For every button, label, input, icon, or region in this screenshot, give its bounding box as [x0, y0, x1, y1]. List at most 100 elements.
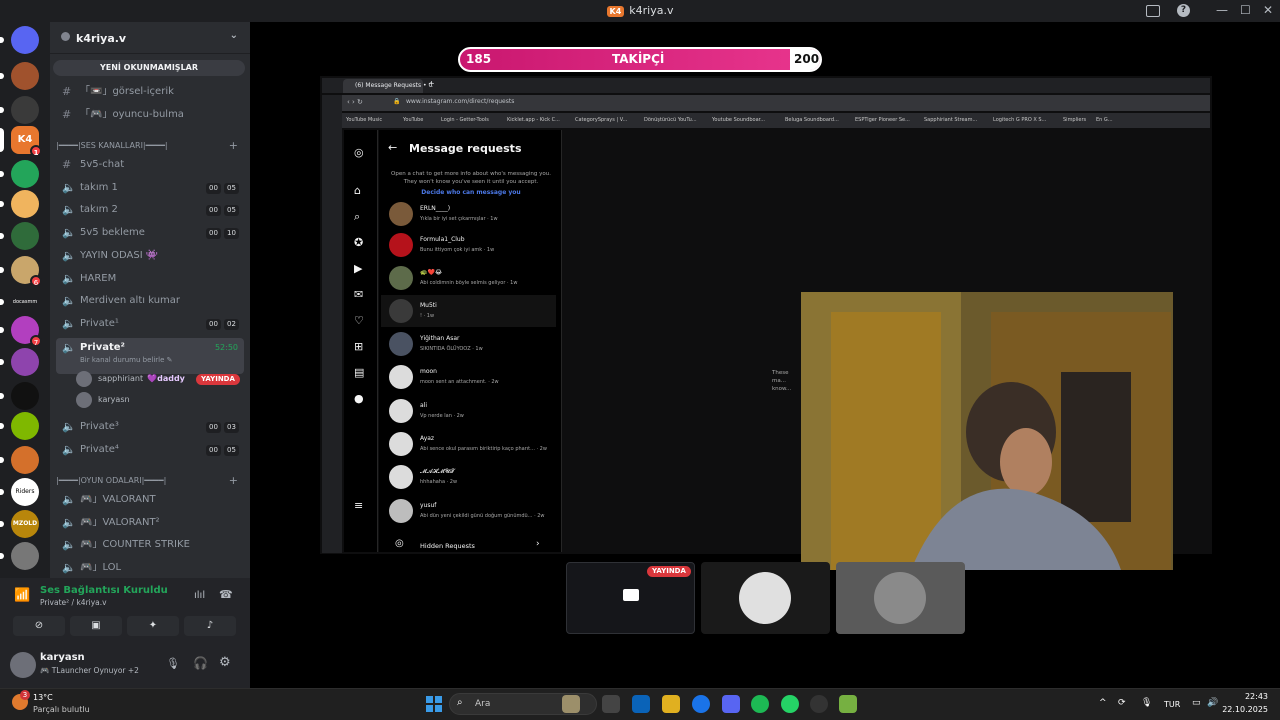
server-icon[interactable] — [11, 348, 39, 376]
participant-tile[interactable] — [701, 562, 830, 634]
file-explorer-icon[interactable] — [602, 695, 620, 713]
gear-icon[interactable]: ⚙ — [219, 655, 231, 670]
noise-suppression-icon[interactable]: ılıl — [194, 590, 205, 601]
bookmark-item[interactable]: Sapphiriant Stream... — [924, 117, 977, 123]
bookmark-item[interactable]: Logitech G PRO X S... — [993, 117, 1046, 123]
clock-date[interactable]: 22.10.2025 — [1222, 705, 1268, 714]
voice-channel-item[interactable]: 🔈 🎮」VALORANT² — [56, 513, 244, 533]
display-icon[interactable]: ▭ — [1192, 698, 1201, 708]
server-icon[interactable]: Riders — [11, 478, 39, 506]
voice-channel-item[interactable]: 🔈 takım 2 00 05 — [56, 200, 244, 220]
voice-channel-item[interactable]: 🔈 5v5 bekleme 00 10 — [56, 223, 244, 243]
new-tab-icon[interactable]: + — [428, 79, 435, 88]
server-icon[interactable] — [11, 542, 39, 570]
chevron-up-icon[interactable]: ^ — [1099, 698, 1107, 708]
bookmark-item[interactable]: Dönüştürücü YouTu... — [644, 117, 697, 123]
server-icon[interactable]: K4 1 — [11, 126, 42, 157]
chevron-right-icon[interactable]: › — [536, 539, 540, 549]
voice-channel-item[interactable]: 🔈 Private³ 00 03 — [56, 417, 244, 437]
voice-channel-item[interactable]: 🔈 Private¹ 00 02 — [56, 314, 244, 334]
server-icon[interactable]: 7 — [11, 316, 42, 347]
add-channel-icon[interactable]: + — [229, 138, 238, 154]
server-icon[interactable] — [11, 190, 39, 218]
request-row[interactable]: moon moon sent an attachment. · 2w — [381, 361, 556, 393]
voice-channel-item[interactable]: #5v5-chat — [56, 155, 244, 175]
camera-button[interactable]: ⊘ — [13, 616, 65, 636]
voice-channel-item[interactable]: 🔈 Merdiven altı kumar — [56, 291, 244, 311]
server-icon[interactable] — [11, 96, 39, 124]
request-row[interactable]: ali Vp nerde lan · 2w — [381, 395, 556, 427]
bookmark-item[interactable]: ESPTiger Pioneer Se... — [855, 117, 910, 123]
request-row[interactable]: 🐢❤️😂 Abi coldimnin böyle selmis geliyor ·… — [381, 262, 556, 294]
volume-icon[interactable]: 🔊 — [1207, 698, 1218, 708]
discord-icon[interactable] — [722, 695, 740, 713]
signal-icon[interactable]: 📶 — [14, 588, 30, 603]
chrome-icon[interactable] — [692, 695, 710, 713]
server-icon[interactable] — [11, 160, 39, 188]
request-row[interactable]: 𝓜𝓐𝓗𝓜𝓤𝓣 hhhahaha · 2w — [381, 461, 556, 493]
minimize-button[interactable]: — — [1216, 3, 1228, 17]
active-voice-channel[interactable]: 🔈 Private² 52:50 Bir kanal durumu belirle ✎ — [56, 338, 244, 374]
disconnect-icon[interactable]: ☎ — [219, 588, 233, 601]
microphone-icon[interactable]: 🎙 — [166, 657, 180, 670]
instagram-logo-icon[interactable]: ◎ — [354, 146, 364, 159]
sync-icon[interactable]: ⟳ — [1118, 698, 1126, 708]
chevron-down-icon[interactable]: ⌄ — [230, 30, 238, 41]
bookmark-item[interactable]: Simpliers — [1063, 117, 1086, 123]
start-icon[interactable] — [426, 696, 442, 712]
inbox-icon[interactable] — [1146, 5, 1160, 17]
server-header[interactable]: k4riya.v ⌄ — [50, 22, 250, 54]
bookmark-item[interactable]: En G... — [1096, 117, 1113, 123]
messages-icon[interactable]: ✉ — [354, 288, 363, 301]
soundboard-button[interactable]: ♪ — [184, 616, 236, 636]
stream-thumbnail[interactable]: YAYINDA — [566, 562, 695, 634]
back-arrow-icon[interactable]: ← — [388, 141, 397, 154]
activities-button[interactable]: ✦ — [127, 616, 179, 636]
url-field[interactable]: www.instagram.com/direct/requests — [406, 98, 514, 105]
weather-temp[interactable]: 13°C — [33, 693, 53, 702]
request-row[interactable]: yusuf Abi dün yeni çekildi günü doğum gün… — [381, 495, 556, 527]
channel-item[interactable]: # 「📼」görsel-içerik — [56, 82, 244, 102]
voice-member[interactable]: sapphiriant 💜daddy YAYINDA — [76, 370, 240, 388]
voice-channel-item[interactable]: 🔈 YAYIN ODASI 👾 — [56, 246, 244, 266]
voice-channel-item[interactable]: 🔈 🎮」LOL — [56, 558, 244, 578]
store-icon[interactable] — [632, 695, 650, 713]
whatsapp-icon[interactable] — [781, 695, 799, 713]
headphones-icon[interactable]: 🎧 — [193, 656, 208, 670]
request-row[interactable]: Formula1_Club Bunu ittiyom çok iyi amk · … — [381, 229, 556, 261]
spotify-icon[interactable] — [751, 695, 769, 713]
obs-icon[interactable] — [810, 695, 828, 713]
add-channel-icon[interactable]: + — [229, 473, 238, 489]
request-row[interactable]: Mu5ti ! · 1w — [381, 295, 556, 327]
channel-item[interactable]: # 「🎮」oyuncu-bulma — [56, 105, 244, 125]
bookmark-item[interactable]: Login - Getter-Tools — [441, 117, 489, 123]
hidden-requests-link[interactable]: Hidden Requests — [420, 542, 475, 550]
profile-icon[interactable]: ● — [354, 392, 364, 405]
browser-tab[interactable]: (6) Message Requests • C — [343, 79, 433, 93]
avatar[interactable] — [10, 652, 36, 678]
voice-channel-item[interactable]: 🔈 🎮」VALORANT — [56, 490, 244, 510]
discord-home-icon[interactable] — [11, 26, 39, 54]
folder-icon[interactable] — [662, 695, 680, 713]
request-row[interactable]: Yiğithan Asar SIKINTIDA ÖLÜYOOZ · 1w — [381, 328, 556, 360]
voice-channel-item[interactable]: 🔈 🎮」COUNTER STRIKE — [56, 535, 244, 555]
server-icon[interactable] — [11, 222, 39, 250]
voice-member[interactable]: karyasn — [76, 391, 130, 409]
request-row[interactable]: Ayaz Abi sence okul parasım biriktirip ka… — [381, 428, 556, 460]
close-button[interactable]: ✕ — [1263, 3, 1273, 17]
create-icon[interactable]: ⊞ — [354, 340, 363, 353]
channel-status[interactable]: Bir kanal durumu belirle ✎ — [80, 355, 173, 365]
category-games[interactable]: |━━━━|OYUN ODALARI|━━━━| + — [56, 473, 244, 489]
request-row[interactable]: ERLN____) Yıkla bir iyi set çıkarmışlar ·… — [381, 198, 556, 230]
reels-icon[interactable]: ▶ — [354, 262, 362, 275]
voice-status[interactable]: Ses Bağlantısı Kuruldu — [40, 585, 168, 596]
screen-share-button[interactable]: ▣ — [70, 616, 122, 636]
bookmark-item[interactable]: YouTube — [403, 117, 423, 123]
participant-tile[interactable] — [836, 562, 965, 634]
server-icon[interactable]: MZOLD — [11, 510, 39, 538]
minecraft-icon[interactable] — [839, 695, 857, 713]
maximize-button[interactable]: ☐ — [1240, 3, 1251, 17]
unread-banner[interactable]: YENİ OKUNMAMIŞLAR — [53, 60, 245, 76]
server-icon[interactable] — [11, 382, 39, 410]
heart-icon[interactable]: ♡ — [354, 314, 364, 327]
